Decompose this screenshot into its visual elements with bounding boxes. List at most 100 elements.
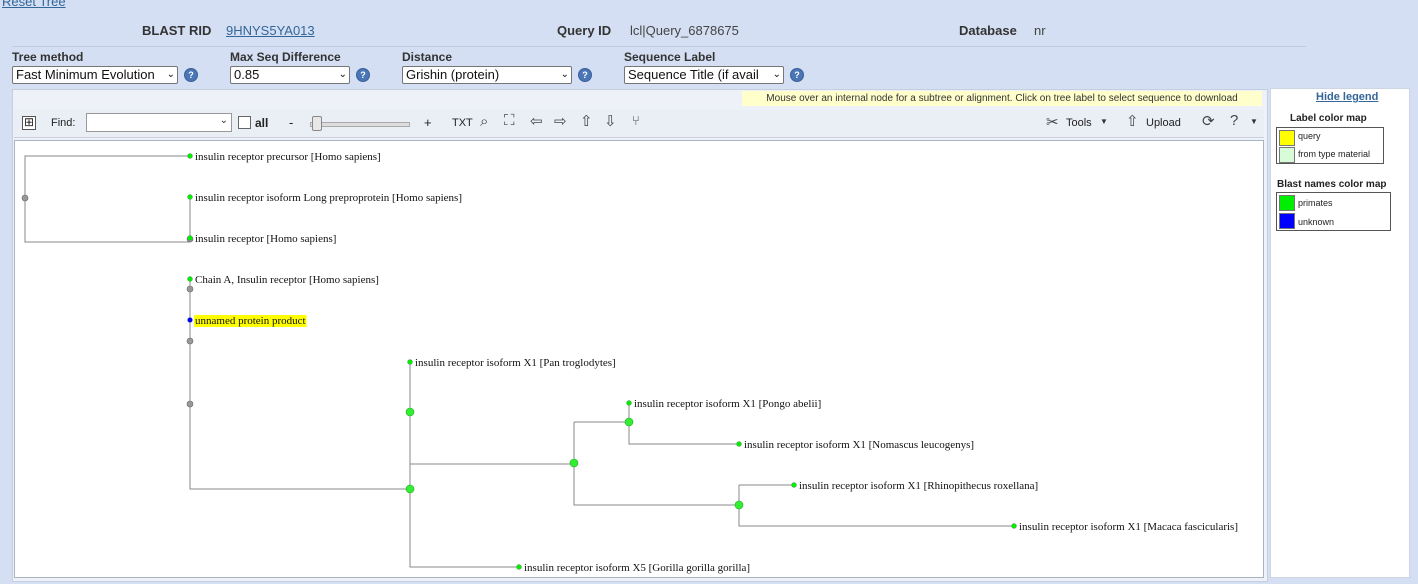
tools-menu[interactable]: Tools [1066,117,1092,129]
help-icon[interactable]: ? [1230,112,1238,129]
leaf-node[interactable] [1011,523,1017,529]
leaf-label[interactable]: Chain A, Insulin receptor [Homo sapiens] [195,274,379,286]
chevron-down-icon: ⌄ [219,115,228,126]
blast-names-color-map-title: Blast names color map [1277,179,1387,190]
blast-rid-label: BLAST RID [142,23,212,38]
internal-node[interactable] [21,194,29,202]
divider [12,46,1306,47]
unknown-swatch [1279,213,1295,229]
max-seq-diff-select[interactable]: 0.85 ⌄ [230,66,350,84]
expand-icon[interactable]: ⊞ [22,116,36,130]
find-label: Find: [51,117,76,129]
zoom-slider[interactable] [310,122,410,127]
leaf-node[interactable] [791,482,797,488]
query-swatch [1279,130,1295,146]
leaf-node[interactable] [187,317,193,323]
chevron-down-icon: ▼ [1100,117,1108,126]
type-material-swatch [1279,147,1295,163]
refresh-icon[interactable]: ⟳ [1202,112,1215,130]
fit-to-screen-icon[interactable]: ⛶ [504,112,515,129]
zoom-slider-handle[interactable] [312,116,322,131]
sequence-label-value: Sequence Title (if avail [628,67,759,82]
tree-branch [573,422,739,506]
leaf-label[interactable]: insulin receptor isoform X1 [Pan troglod… [415,357,616,369]
help-icon[interactable]: ? [184,68,198,82]
tree-branch [24,155,190,243]
upload-button[interactable]: Upload [1146,117,1181,129]
tree-layout-icon[interactable]: ⑂ [632,113,640,128]
upload-icon[interactable]: ⇧ [1126,112,1139,130]
legend-item-unknown: unknown [1298,217,1335,227]
internal-node[interactable] [405,407,415,417]
leaf-label[interactable]: insulin receptor isoform X1 [Macaca fasc… [1019,521,1238,533]
magnifier-icon[interactable]: ⌕ [480,113,488,130]
zoom-in-button[interactable]: + [424,115,432,130]
primates-swatch [1279,195,1295,211]
leaf-label[interactable]: unnamed protein product [195,315,306,327]
tree-method-label: Tree method [12,50,84,64]
sequence-label-label: Sequence Label [624,50,716,64]
reset-tree-link[interactable]: Reset Tree [2,0,66,9]
tree-canvas: insulin receptor precursor [Homo sapiens… [14,140,1264,578]
help-icon[interactable]: ? [790,68,804,82]
arrow-up-icon[interactable]: ⇧ [580,112,593,130]
arrow-right-icon[interactable]: ⇨ [554,112,567,130]
tree-method-value: Fast Minimum Evolution [16,67,155,82]
leaf-label[interactable]: insulin receptor precursor [Homo sapiens… [195,151,381,163]
sequence-label-select[interactable]: Sequence Title (if avail ⌄ [624,66,784,84]
help-icon[interactable]: ? [578,68,592,82]
legend-panel: Hide legend Label color map query from t… [1270,88,1410,578]
leaf-node[interactable] [187,153,193,159]
max-seq-diff-value: 0.85 [234,67,260,82]
internal-node[interactable] [405,484,415,494]
leaf-label[interactable]: insulin receptor isoform X5 [Gorilla gor… [524,562,750,574]
legend-item-query: query [1298,131,1321,141]
txt-button[interactable]: TXT [452,117,473,129]
leaf-label[interactable]: insulin receptor isoform X1 [Nomascus le… [744,439,974,451]
query-id-value: lcl|Query_6878675 [630,23,739,38]
chevron-down-icon: ⌄ [166,69,175,80]
leaf-node[interactable] [736,441,742,447]
chevron-down-icon: ⌄ [560,69,569,80]
leaf-label[interactable]: insulin receptor [Homo sapiens] [195,233,336,245]
all-label: all [255,116,269,130]
internal-node[interactable] [569,458,579,468]
find-input[interactable]: ⌄ [86,113,232,132]
tree-branch [189,279,410,490]
label-color-map-title: Label color map [1290,113,1367,124]
leaf-label[interactable]: insulin receptor isoform X1 [Rhinopithec… [799,480,1038,492]
database-label: Database [959,23,1017,38]
leaf-node[interactable] [187,194,193,200]
help-icon[interactable]: ? [356,68,370,82]
distance-value: Grishin (protein) [406,67,500,82]
leaf-node[interactable] [516,564,522,570]
hide-legend-link[interactable]: Hide legend [1316,91,1378,103]
internal-node[interactable] [186,285,194,293]
distance-select[interactable]: Grishin (protein) ⌄ [402,66,572,84]
leaf-node[interactable] [626,400,632,406]
internal-node[interactable] [186,400,194,408]
blast-names-color-map: primates unknown [1276,192,1391,231]
tree-toolbar: ⊞ Find: ⌄ all - + TXT ⌕ ⛶ ⇦ ⇨ ⇧ ⇩ ⑂ ✂ To… [14,110,1264,138]
blast-rid-link[interactable]: 9HNYS5YA013 [226,23,315,38]
arrow-down-icon[interactable]: ⇩ [604,112,617,130]
internal-node[interactable] [734,500,744,510]
leaf-node[interactable] [187,276,193,282]
chevron-down-icon: ▼ [1250,117,1258,126]
legend-item-type-material: from type material [1298,149,1371,159]
leaf-label[interactable]: insulin receptor isoform X1 [Pongo abeli… [634,398,821,410]
all-checkbox[interactable] [238,116,251,129]
leaf-label[interactable]: insulin receptor isoform Long preproprot… [195,192,462,204]
distance-label: Distance [402,50,453,64]
arrow-left-icon[interactable]: ⇦ [530,112,543,130]
database-value: nr [1034,23,1046,38]
tools-icon[interactable]: ✂ [1046,113,1059,131]
internal-node[interactable] [186,337,194,345]
leaf-node[interactable] [407,359,413,365]
zoom-out-button[interactable]: - [289,115,293,130]
tree-method-select[interactable]: Fast Minimum Evolution ⌄ [12,66,178,84]
leaf-node[interactable] [187,235,193,241]
hint-banner: Mouse over an internal node for a subtre… [742,91,1262,106]
query-id-label: Query ID [557,23,612,38]
internal-node[interactable] [624,417,634,427]
